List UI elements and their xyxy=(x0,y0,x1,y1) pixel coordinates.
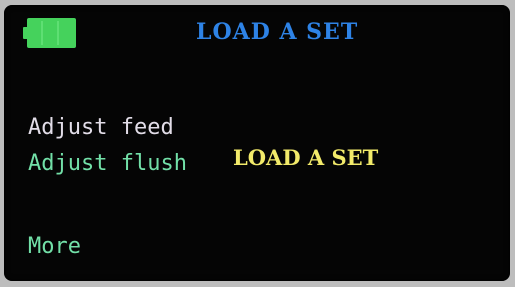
menu-item-more[interactable]: More xyxy=(28,234,81,259)
overlay-title: LOAD A SET xyxy=(233,145,379,170)
battery-body xyxy=(27,18,76,48)
battery-segment xyxy=(41,21,43,45)
display-screen: LOAD A SET Adjust feed Adjust flush LOAD… xyxy=(4,5,510,281)
battery-segment xyxy=(57,21,59,45)
device-bezel: LOAD A SET Adjust feed Adjust flush LOAD… xyxy=(0,0,515,287)
menu-item-adjust-flush[interactable]: Adjust flush xyxy=(28,151,187,176)
header-title: LOAD A SET xyxy=(196,19,359,45)
battery-full-icon xyxy=(23,18,78,48)
menu-item-adjust-feed[interactable]: Adjust feed xyxy=(28,115,174,140)
